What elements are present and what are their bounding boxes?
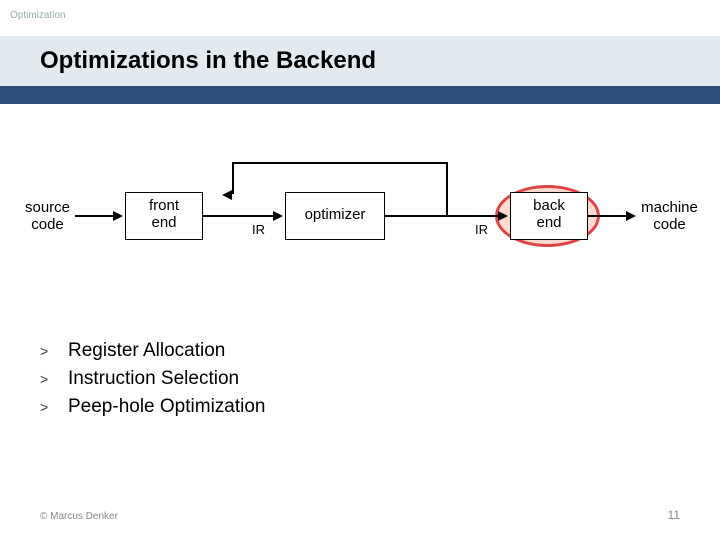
- bullet-text-3: Peep-hole Optimization: [68, 396, 266, 418]
- front-end-label: front end: [125, 198, 203, 231]
- topic-label: Optimization: [10, 10, 66, 21]
- bypass-head-left: [222, 190, 232, 200]
- machine-code-label: machine code: [637, 200, 702, 233]
- opt-line1: optimizer: [305, 206, 366, 223]
- arrow-opt-back: [385, 215, 500, 217]
- front-line1: front: [149, 197, 179, 214]
- page-title: Optimizations in the Backend: [40, 47, 376, 75]
- bypass-top-h: [232, 162, 448, 164]
- bullet-marker: >: [40, 399, 68, 415]
- back-line1: back: [533, 197, 565, 214]
- footer-copyright: © Marcus Denker: [40, 511, 118, 522]
- bullet-text-2: Instruction Selection: [68, 368, 239, 390]
- arrow-opt-back-head: [498, 211, 508, 221]
- source-line2: code: [31, 216, 64, 233]
- machine-line2: code: [653, 216, 686, 233]
- arrow-source-front: [75, 215, 115, 217]
- machine-line1: machine: [641, 199, 698, 216]
- arrow-back-machine-head: [626, 211, 636, 221]
- arrow-front-opt: [203, 215, 275, 217]
- title-band: Optimizations in the Backend: [0, 36, 720, 86]
- list-item: > Instruction Selection: [40, 368, 266, 390]
- ir-label-2: IR: [475, 222, 488, 237]
- back-line2: end: [536, 214, 561, 231]
- page-number: 11: [668, 508, 680, 522]
- compiler-pipeline-diagram: source code front end IR optimizer IR ba…: [20, 150, 700, 290]
- accent-bar: [0, 86, 720, 104]
- optimizer-label: optimizer: [285, 207, 385, 224]
- list-item: > Peep-hole Optimization: [40, 396, 266, 418]
- front-line2: end: [151, 214, 176, 231]
- arrow-front-opt-head: [273, 211, 283, 221]
- source-line1: source: [25, 199, 70, 216]
- bypass-right-v: [446, 162, 448, 216]
- bypass-left-v: [232, 162, 234, 194]
- back-end-label: back end: [510, 198, 588, 231]
- arrow-source-front-head: [113, 211, 123, 221]
- bullet-list: > Register Allocation > Instruction Sele…: [40, 340, 266, 424]
- bullet-marker: >: [40, 371, 68, 387]
- bullet-text-1: Register Allocation: [68, 340, 225, 362]
- bullet-marker: >: [40, 343, 68, 359]
- arrow-back-machine: [588, 215, 628, 217]
- ir-label-1: IR: [252, 222, 265, 237]
- list-item: > Register Allocation: [40, 340, 266, 362]
- source-code-label: source code: [20, 200, 75, 233]
